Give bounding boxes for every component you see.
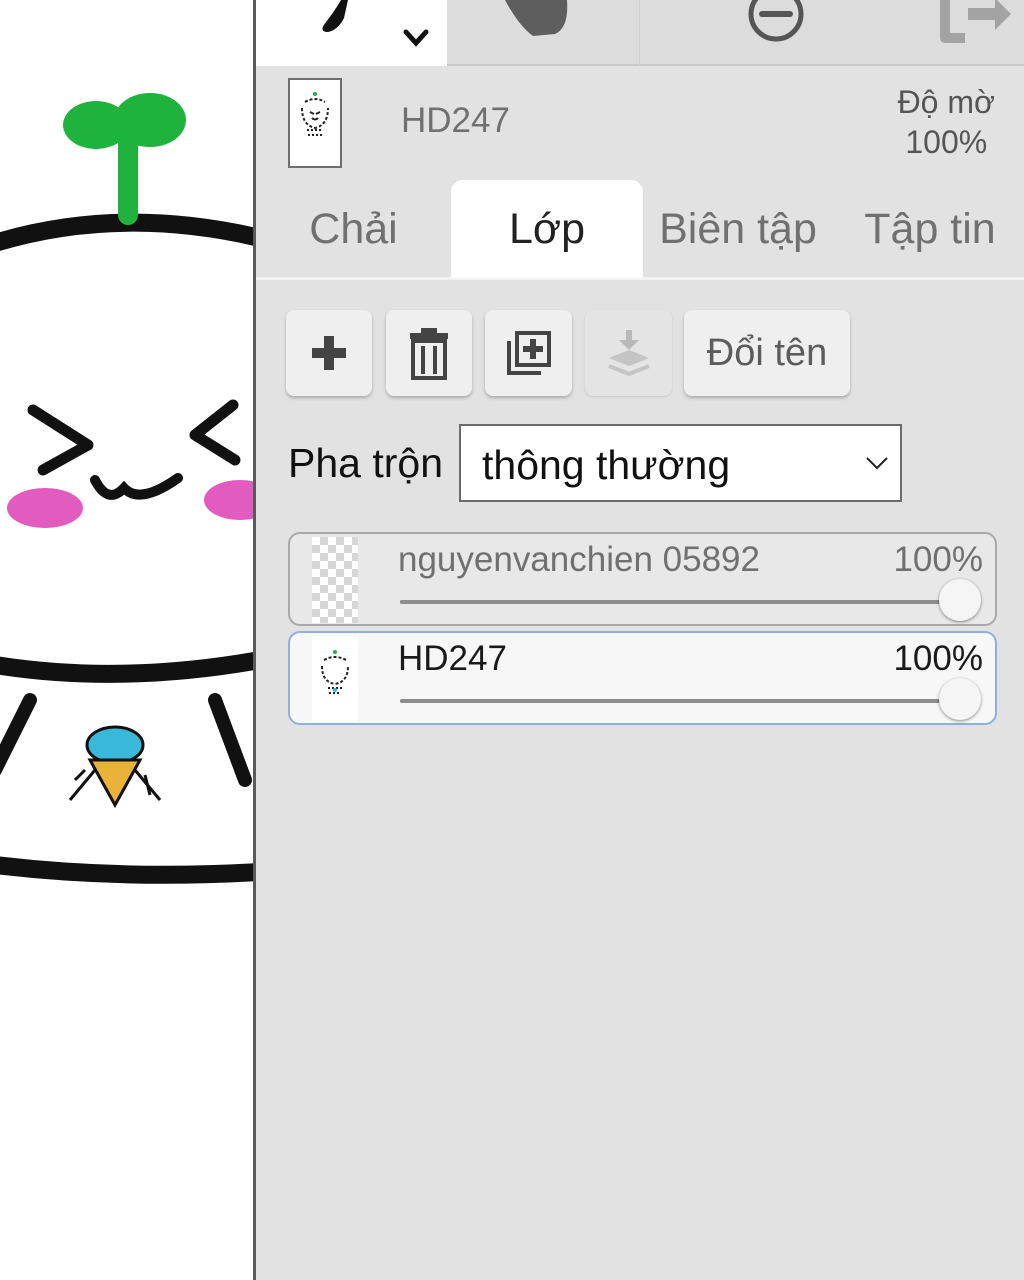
slider-handle[interactable]	[939, 579, 981, 621]
slider-fill	[400, 699, 960, 703]
opacity-value: 100%	[905, 124, 988, 160]
tab-file[interactable]: Tập tin	[833, 180, 1024, 278]
trash-icon	[410, 328, 448, 380]
add-layer-button[interactable]	[286, 310, 372, 396]
rename-layer-button[interactable]: Đổi tên	[684, 310, 850, 396]
tab-edit[interactable]: Biên tập	[643, 180, 833, 278]
layer-thumbnail	[312, 636, 358, 722]
tab-brush[interactable]: Chải	[256, 180, 451, 278]
current-layer-header: HD247 Độ mờ 100%	[256, 68, 1024, 180]
layer-opacity-slider[interactable]	[400, 678, 981, 720]
slider-fill	[400, 600, 960, 604]
toolbar	[256, 0, 1024, 66]
chevron-down-icon	[403, 29, 429, 47]
brush-tool-button[interactable]	[256, 0, 447, 66]
zoom-out-tool-button[interactable]	[640, 0, 833, 66]
delete-layer-button[interactable]	[386, 310, 472, 396]
chevron-down-icon	[866, 457, 888, 470]
redo-icon	[940, 0, 1011, 43]
slider-handle[interactable]	[939, 678, 981, 720]
layer-row[interactable]: nguyenvanchien 05892 100%	[288, 532, 997, 626]
tab-layer[interactable]: Lớp	[451, 180, 643, 278]
layer-row-selected[interactable]: HD247 100%	[288, 631, 997, 725]
drawing-canvas[interactable]	[0, 0, 255, 1280]
layer-opacity-text: 100%	[893, 540, 983, 579]
blend-mode-label: Pha trộn	[288, 440, 443, 486]
panel-tabs: Chải Lớp Biên tập Tập tin	[256, 180, 1024, 280]
brush-icon	[322, 0, 429, 47]
redo-button[interactable]	[833, 0, 1024, 66]
layer-opacity-control[interactable]: Độ mờ 100%	[898, 82, 995, 162]
smudge-tool-button[interactable]	[447, 0, 640, 66]
layer-name: HD247	[398, 639, 507, 678]
canvas-artwork	[0, 93, 255, 884]
layer-thumbnail	[312, 537, 358, 623]
plus-icon	[312, 336, 346, 370]
blend-mode-value: thông thường	[482, 442, 731, 488]
blend-mode-select[interactable]: thông thường	[459, 424, 902, 502]
current-layer-name: HD247	[401, 101, 510, 140]
layer-opacity-slider[interactable]	[400, 579, 981, 621]
layer-name: nguyenvanchien 05892	[398, 540, 760, 579]
opacity-label: Độ mờ	[897, 84, 995, 120]
current-layer-thumbnail[interactable]	[288, 78, 342, 168]
duplicate-layer-button[interactable]	[485, 310, 572, 396]
duplicate-icon	[506, 331, 551, 375]
merge-down-button	[585, 310, 672, 396]
merge-down-icon	[607, 330, 650, 377]
layers-panel: HD247 Độ mờ 100% Chải Lớp Biên tập Tập t…	[253, 0, 1024, 1280]
smudge-hand-icon	[505, 0, 568, 36]
zoom-out-icon	[748, 0, 804, 42]
layer-opacity-text: 100%	[893, 639, 983, 678]
